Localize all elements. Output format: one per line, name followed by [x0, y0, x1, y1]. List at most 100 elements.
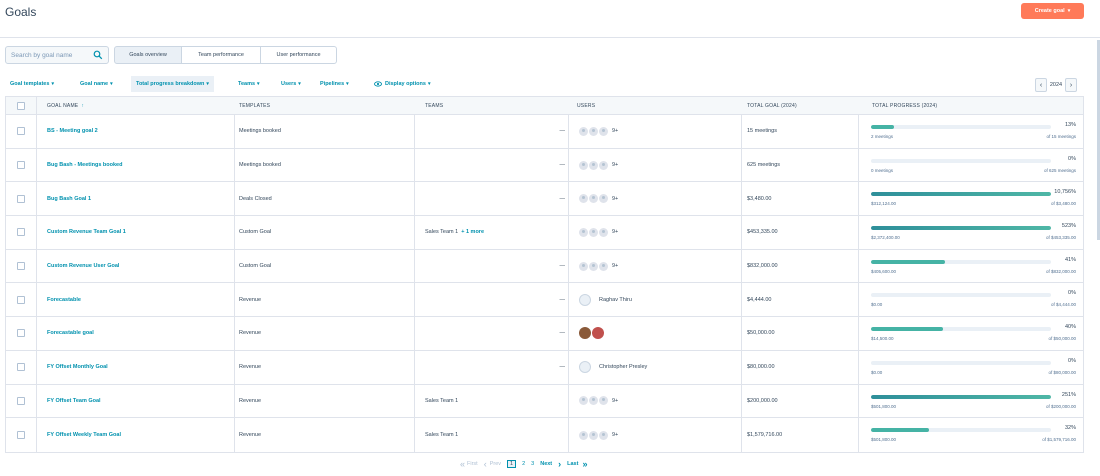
- progress-percent: 13%: [1064, 122, 1076, 128]
- next-year-button[interactable]: ›: [1065, 78, 1077, 92]
- display-options-button[interactable]: Display options ▾: [374, 76, 430, 92]
- users-cell: 9+: [579, 149, 618, 182]
- goal-name-link[interactable]: Forecastable goal: [47, 317, 94, 350]
- tab-goals-overview[interactable]: Goals overview: [114, 46, 182, 64]
- row-checkbox[interactable]: [17, 396, 25, 405]
- filter-pipelines[interactable]: Pipelines ▾: [320, 76, 349, 92]
- progress-target: of $4,444.00: [1050, 302, 1076, 308]
- row-checkbox[interactable]: [17, 228, 25, 237]
- progress-cell: 0% $0.00 of $4,444.00: [871, 283, 1076, 316]
- progress-bar: [871, 125, 1051, 129]
- avatar: [579, 430, 588, 440]
- users-cell: Christopher Presley: [579, 351, 647, 384]
- column-teams[interactable]: TEAMS: [425, 97, 443, 115]
- tab-team-performance[interactable]: Team performance: [181, 46, 261, 64]
- goal-name-link[interactable]: Forecastable: [47, 283, 81, 316]
- avatar: [579, 227, 588, 237]
- table-row[interactable]: FY Offset Weekly Team Goal Revenue Sales T…: [6, 418, 1083, 452]
- progress-percent: 0%: [1068, 357, 1076, 364]
- goal-name-link[interactable]: Custom Revenue User Goal: [47, 250, 119, 283]
- more-teams-link[interactable]: + 1 more: [461, 229, 484, 235]
- total-goal-cell: $832,000.00: [747, 263, 778, 270]
- column-total-progress[interactable]: TOTAL PROGRESS (2024): [872, 97, 937, 115]
- avatar: [579, 396, 588, 406]
- page-1-button[interactable]: 1: [507, 460, 517, 468]
- goal-name-link[interactable]: FY Offset Team Goal: [47, 385, 101, 418]
- goal-name-link[interactable]: Bug Bash Goal 1: [47, 182, 91, 215]
- create-goal-button[interactable]: Create goal ▾: [1021, 3, 1084, 19]
- search-box[interactable]: [5, 46, 109, 64]
- goal-name-link[interactable]: BS - Meeting goal 2: [47, 115, 98, 148]
- row-checkbox[interactable]: [17, 161, 25, 170]
- table-row[interactable]: FY Offset Team Goal Revenue Sales Team 1 9+…: [6, 384, 1083, 419]
- row-checkbox[interactable]: [17, 329, 25, 338]
- previous-year-button[interactable]: ‹: [1035, 78, 1047, 92]
- progress-bar: [871, 428, 1051, 433]
- table-row[interactable]: Bug Bash - Meetings booked Meetings booke…: [6, 148, 1083, 183]
- prev-page-button[interactable]: ‹ Prev: [484, 459, 501, 469]
- table-row[interactable]: Bug Bash Goal 1 Deals Closed — 9+ $3,480.00 1…: [6, 182, 1083, 217]
- row-checkbox[interactable]: [17, 127, 25, 136]
- filter-users[interactable]: Users ▾: [281, 76, 301, 92]
- table-row[interactable]: Forecastable Revenue — Raghav Thiru $4,444.0…: [6, 283, 1083, 318]
- table-row[interactable]: Custom Revenue Team Goal 1 Custom Goal Sal…: [6, 216, 1083, 250]
- filter-goal-templates[interactable]: Goal templates ▾: [10, 76, 54, 92]
- progress-fill: [871, 394, 1051, 399]
- progress-current: $0.00: [871, 302, 883, 308]
- row-checkbox[interactable]: [17, 194, 25, 203]
- goal-name-link[interactable]: FY Offset Monthly Goal: [47, 351, 108, 384]
- goal-name-link[interactable]: Bug Bash - Meetings booked: [47, 149, 122, 182]
- column-users[interactable]: USERS: [577, 97, 595, 115]
- template-cell: Custom Goal: [239, 263, 272, 270]
- row-checkbox[interactable]: [17, 295, 25, 304]
- filter-total-progress-breakdown[interactable]: Total progress breakdown ▾: [131, 76, 214, 92]
- goal-name: Forecastable goal: [47, 330, 94, 337]
- year-navigator: ‹ 2024 ›: [1035, 78, 1077, 92]
- users-count: 9+: [612, 195, 619, 202]
- caret-down-icon: ▾: [110, 81, 113, 87]
- create-goal-label: Create goal: [1034, 8, 1065, 14]
- filter-teams[interactable]: Teams ▾: [238, 76, 260, 92]
- goal-name-link[interactable]: Custom Revenue Team Goal 1: [47, 216, 126, 249]
- row-checkbox[interactable]: [17, 262, 25, 271]
- double-chevron-left-icon: «: [460, 459, 466, 469]
- filter-goal-name[interactable]: Goal name ▾: [80, 76, 113, 92]
- row-checkbox[interactable]: [17, 431, 25, 440]
- teams-cell: —: [559, 128, 566, 135]
- total-goal-cell: 625 meetings: [747, 162, 781, 169]
- avatar: [579, 194, 588, 204]
- progress-fill: [871, 259, 945, 264]
- avatar: [599, 126, 608, 136]
- year-label: 2024: [1049, 82, 1063, 88]
- chevron-left-icon: ‹: [483, 459, 487, 469]
- next-page-button[interactable]: Next ›: [540, 459, 561, 469]
- chevron-down-icon: ▾: [1067, 8, 1071, 14]
- last-page-button[interactable]: Last»: [567, 459, 587, 469]
- user-avatars: [579, 126, 609, 136]
- search-input[interactable]: [6, 47, 92, 63]
- search-icon[interactable]: [93, 50, 103, 60]
- column-goal-name[interactable]: GOAL NAME ↑: [47, 97, 84, 115]
- total-goal-cell: $80,000.00: [747, 364, 775, 371]
- column-total-goal[interactable]: TOTAL GOAL (2024): [747, 97, 797, 115]
- progress-bar: [871, 226, 1051, 231]
- goal-name-link[interactable]: FY Offset Weekly Team Goal: [47, 418, 121, 452]
- column-templates[interactable]: TEMPLATES: [239, 97, 270, 115]
- prev-label: Prev: [489, 461, 502, 467]
- avatar: [599, 261, 608, 271]
- progress-percent: 0%: [1068, 155, 1076, 162]
- progress-cell: 13% 2 meetings of 15 meetings: [871, 115, 1076, 148]
- first-page-button[interactable]: «First: [460, 459, 478, 469]
- table-row[interactable]: Custom Revenue User Goal Custom Goal — 9+ $8…: [6, 249, 1083, 284]
- page-2-button[interactable]: 2: [522, 461, 525, 467]
- tab-user-performance[interactable]: User performance: [260, 46, 337, 64]
- row-checkbox[interactable]: [17, 363, 25, 372]
- goal-name: FY Offset Weekly Team Goal: [47, 432, 121, 439]
- page-3-button[interactable]: 3: [531, 461, 534, 467]
- teams-cell: Sales Team 1 + 1 more: [425, 216, 484, 249]
- table-row[interactable]: BS - Meeting goal 2 Meetings booked — 9+ 15 …: [6, 115, 1083, 149]
- avatar: [589, 261, 598, 271]
- table-row[interactable]: Forecastable goal Revenue — $50,000.00 40% $1…: [6, 317, 1083, 351]
- select-all-checkbox[interactable]: [17, 101, 25, 110]
- table-row[interactable]: FY Offset Monthly Goal Revenue — Christophe…: [6, 350, 1083, 385]
